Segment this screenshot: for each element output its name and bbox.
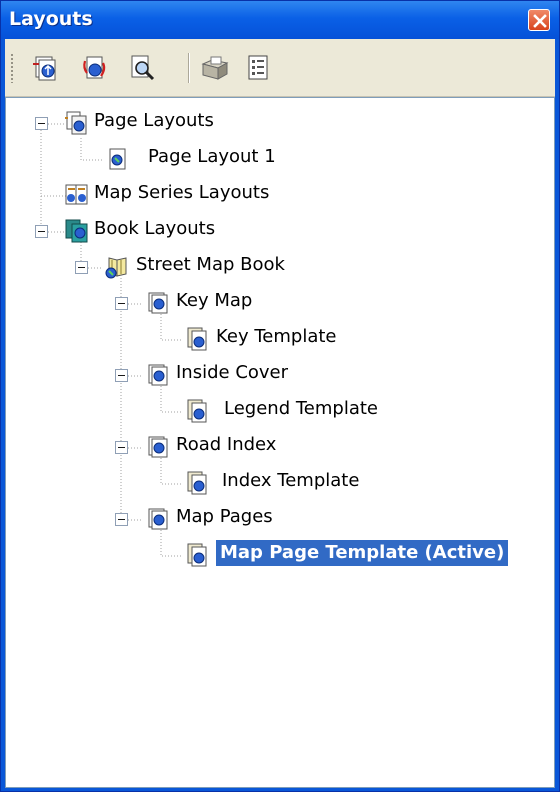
expand-toggle-inside-cover[interactable] [115, 369, 128, 382]
properties-list-button[interactable] [243, 53, 273, 83]
section-page-icon [148, 508, 168, 530]
template-icon [187, 399, 207, 423]
new-layout-button[interactable] [31, 53, 61, 83]
tree-node-index-template[interactable]: Index Template [184, 468, 424, 498]
zoom-layout-icon [131, 55, 155, 81]
expand-toggle-page-layouts[interactable] [35, 117, 48, 130]
template-icon [187, 471, 207, 495]
tree-node-label: Map Series Layouts [94, 182, 270, 203]
tree-node-map-page-template[interactable]: Map Page Template (Active) [184, 540, 552, 570]
map-series-layouts-icon [65, 184, 88, 205]
tree-node-label: Legend Template [224, 398, 378, 419]
tree-node-label-selected: Map Page Template (Active) [216, 540, 509, 566]
page-layout-icon [109, 148, 126, 170]
refresh-layout-button[interactable] [79, 53, 109, 83]
tree-node-label: Page Layout 1 [148, 146, 276, 167]
tree-node-label: Book Layouts [94, 218, 216, 239]
layouts-window: Layouts Page Layouts Page Layout 1 Map S… [0, 0, 560, 792]
tree-node-label: Page Layouts [94, 110, 214, 131]
tree-node-page-layouts[interactable]: Page Layouts [64, 108, 304, 138]
tree-node-legend-template[interactable]: Legend Template [184, 396, 424, 426]
tree-node-label: Key Map [176, 290, 253, 311]
open-layout-icon [201, 56, 229, 80]
section-page-icon [148, 364, 168, 386]
section-page-icon [148, 292, 168, 314]
tree-node-label: Key Template [216, 326, 337, 347]
tree-node-map-pages[interactable]: Map Pages [144, 504, 364, 534]
tree-node-book-layouts[interactable]: Book Layouts [64, 216, 304, 246]
close-button[interactable] [528, 9, 550, 31]
tree-node-street-map-book[interactable]: Street Map Book [104, 252, 344, 282]
open-layout-button[interactable] [200, 53, 230, 83]
window-title: Layouts [9, 8, 93, 30]
map-book-icon [105, 257, 127, 279]
page-layouts-folder-icon [65, 111, 87, 135]
toolbar-separator [188, 53, 190, 83]
tree-node-label: Road Index [176, 434, 277, 455]
tree-node-label: Street Map Book [136, 254, 285, 275]
refresh-layout-icon [83, 56, 106, 79]
section-page-icon [148, 436, 168, 458]
tree-node-label: Inside Cover [176, 362, 289, 383]
properties-list-icon [248, 55, 268, 80]
new-layout-icon [33, 56, 56, 81]
tree-node-page-layout-1[interactable]: Page Layout 1 [104, 144, 304, 174]
expand-toggle-key-map[interactable] [115, 297, 128, 310]
close-icon [533, 14, 547, 28]
tree-node-inside-cover[interactable]: Inside Cover [144, 360, 364, 390]
expand-toggle-map-pages[interactable] [115, 513, 128, 526]
toolbar [5, 39, 555, 97]
template-icon [187, 327, 207, 351]
toolbar-grip[interactable] [10, 53, 14, 83]
tree-node-label: Index Template [222, 470, 360, 491]
tree-node-key-template[interactable]: Key Template [184, 324, 404, 354]
template-icon [187, 543, 207, 567]
tree-node-road-index[interactable]: Road Index [144, 432, 364, 462]
layout-tree[interactable]: Page Layouts Page Layout 1 Map Series La… [5, 97, 555, 788]
expand-toggle-street-map-book[interactable] [75, 261, 88, 274]
book-layouts-icon [65, 219, 88, 243]
expand-toggle-road-index[interactable] [115, 441, 128, 454]
tree-node-map-series-layouts[interactable]: Map Series Layouts [64, 180, 324, 210]
zoom-layout-button[interactable] [127, 53, 157, 83]
tree-node-key-map[interactable]: Key Map [144, 288, 344, 318]
tree-node-label: Map Pages [176, 506, 273, 527]
expand-toggle-book-layouts[interactable] [35, 225, 48, 238]
title-bar[interactable]: Layouts [1, 1, 559, 39]
